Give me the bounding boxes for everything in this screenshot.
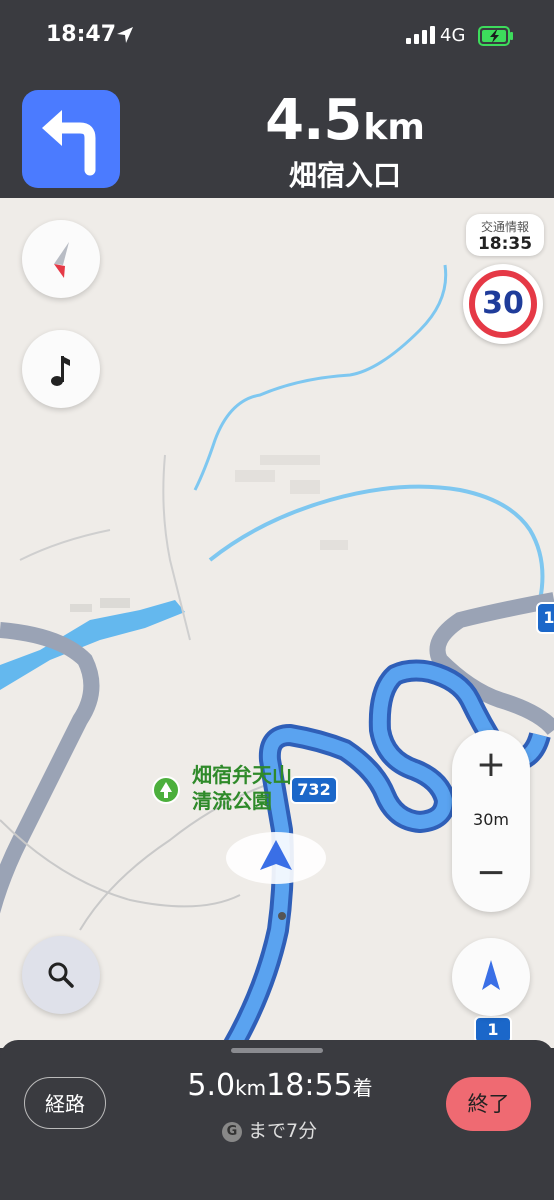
distance-value: 4.5 [265, 88, 362, 153]
search-button[interactable] [22, 936, 100, 1014]
arrival-time: 18:55 [266, 1068, 353, 1103]
music-note-icon [51, 356, 70, 386]
zoom-in-button[interactable]: + [452, 744, 530, 785]
arrival-suffix: 着 [352, 1076, 373, 1100]
status-bar: 18:47 4G [0, 0, 554, 80]
trip-eta: 5.0km18:55着 [160, 1068, 400, 1103]
zoom-control: + 30m − [452, 730, 530, 912]
distance-unit: km [363, 107, 425, 148]
traffic-info-time: 18:35 [477, 234, 533, 254]
traffic-info-label: 交通情報 [480, 220, 529, 234]
map-scale: 30m [473, 810, 509, 829]
search-icon [48, 962, 74, 988]
battery-charging-icon [478, 26, 513, 46]
recenter-north-button[interactable] [452, 938, 530, 1016]
drag-handle[interactable] [231, 1048, 323, 1053]
route-button[interactable]: 経路 [24, 1077, 106, 1129]
speed-limit-sign: 30 [463, 264, 543, 344]
compass-icon [54, 242, 69, 278]
remaining-distance: 5.0 [187, 1068, 236, 1103]
turn-indicator [22, 90, 120, 188]
turn-left-icon [42, 110, 96, 176]
time-remaining: G まで7分 [222, 1116, 317, 1143]
network-type: 4G [440, 25, 466, 46]
route-shield-top-right: 1 [536, 602, 554, 634]
maneuver-distance: 4.5km [175, 88, 515, 153]
status-time: 18:47 [46, 22, 117, 47]
next-street-name: 畑宿入口 [288, 159, 401, 192]
location-arrow-icon [117, 27, 133, 43]
signal-icon [406, 26, 435, 44]
route-shield-732: 732 [290, 776, 338, 804]
navigation-arrow-icon [226, 832, 326, 884]
goal-icon: G [222, 1121, 242, 1142]
end-navigation-button[interactable]: 終了 [446, 1077, 531, 1131]
music-button[interactable] [22, 330, 100, 408]
zoom-out-button[interactable]: − [452, 852, 530, 893]
remaining-distance-unit: km [235, 1076, 267, 1100]
time-remaining-text: まで7分 [248, 1120, 318, 1142]
speed-limit-value: 30 [482, 286, 524, 321]
north-arrow-icon [482, 960, 500, 990]
traffic-info-badge[interactable]: 交通情報 18:35 [466, 214, 544, 256]
compass-button[interactable] [22, 220, 100, 298]
tree-icon [152, 776, 180, 804]
